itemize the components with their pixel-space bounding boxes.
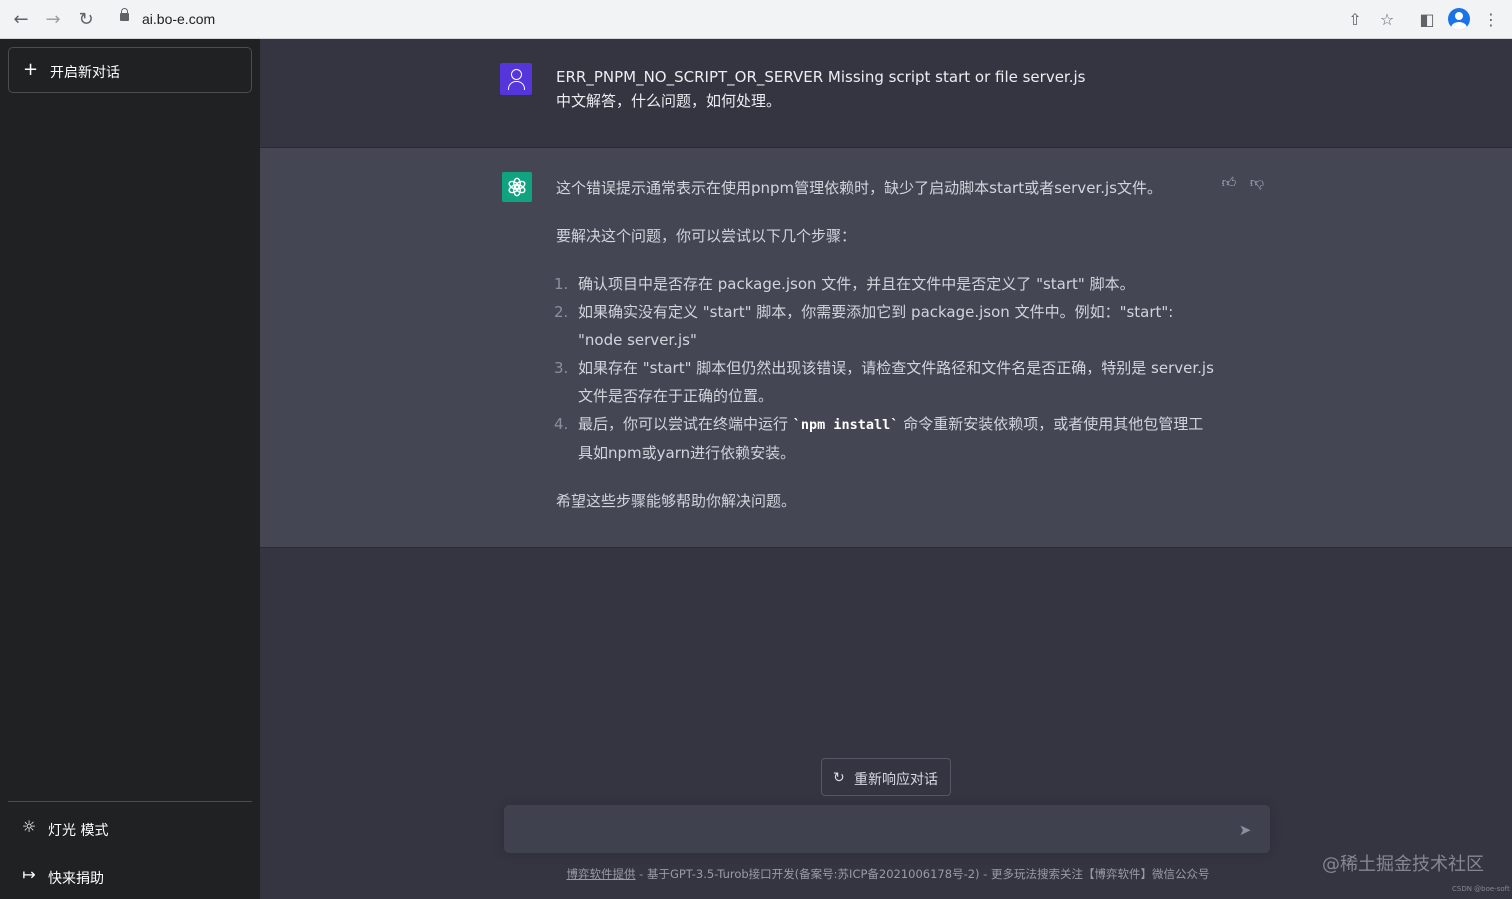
new-chat-label: 开启新对话	[50, 65, 120, 81]
watermark: @稀土掘金技术社区	[1322, 854, 1484, 875]
send-icon[interactable]: ➤	[1234, 819, 1256, 841]
steps-list: 1. 确认项目中是否存在 package.json 文件，并且在文件中是否定义了 …	[554, 270, 1216, 467]
list-item: 3. 如果存在 "start" 脚本但仍然出现该错误，请检查文件路径和文件名是否正…	[554, 354, 1216, 410]
back-arrow-icon[interactable]: ←	[10, 9, 32, 31]
assistant-paragraph: 这个错误提示通常表示在使用pnpm管理依赖时，缺少了启动脚本start或者ser…	[556, 179, 1162, 197]
assistant-message-row: 这个错误提示通常表示在使用pnpm管理依赖时，缺少了启动脚本start或者ser…	[260, 148, 1512, 548]
list-number: 1.	[554, 275, 569, 293]
list-item-text: 最后，你可以尝试在终端中运行	[578, 415, 793, 433]
sidebar: + 开启新对话 ☼ 灯光 模式 ↦ 快来捐助	[0, 39, 260, 899]
list-item: 1. 确认项目中是否存在 package.json 文件，并且在文件中是否定义了 …	[554, 270, 1216, 298]
assistant-message: 这个错误提示通常表示在使用pnpm管理依赖时，缺少了启动脚本start或者ser…	[554, 174, 1216, 535]
user-message: ERR_PNPM_NO_SCRIPT_OR_SERVER Missing scr…	[556, 65, 1216, 113]
thumbs-down-icon[interactable]: 👎︎	[1248, 174, 1266, 192]
openai-logo-icon	[502, 172, 532, 202]
reload-icon[interactable]: ↻	[75, 9, 97, 31]
footer-link[interactable]: 博弈软件提供	[567, 867, 636, 881]
star-icon[interactable]: ☆	[1376, 9, 1398, 31]
list-number: 4.	[554, 415, 569, 433]
address-bar[interactable]: ai.bo-e.com	[108, 5, 1338, 34]
thumbs-up-icon[interactable]: 👍︎	[1220, 174, 1238, 192]
sidebar-item-label: 快来捐助	[48, 871, 104, 887]
url-text: ai.bo-e.com	[142, 11, 216, 27]
lock-icon	[120, 8, 129, 21]
more-menu-icon[interactable]: ⋮	[1480, 9, 1502, 31]
footer: 博弈软件提供 - 基于GPT-3.5-Turob接口开发(备案号:苏ICP备20…	[430, 866, 1346, 882]
sidebar-item-donate[interactable]: ↦ 快来捐助	[8, 856, 252, 896]
list-item: 2. 如果确实没有定义 "start" 脚本，你需要添加它到 package.js…	[554, 298, 1216, 354]
list-item-text: 确认项目中是否存在 package.json 文件，并且在文件中是否定义了 "s…	[578, 275, 1135, 293]
refresh-icon: ↻	[833, 770, 845, 786]
side-panel-icon[interactable]: ◧	[1416, 9, 1438, 31]
share-icon[interactable]: ⇧	[1344, 9, 1366, 31]
inline-code: `npm install`	[792, 417, 899, 433]
list-item: 4. 最后，你可以尝试在终端中运行 `npm install` 命令重新安装依赖项…	[554, 410, 1216, 467]
list-item-text: 如果确实没有定义 "start" 脚本，你需要添加它到 package.json…	[578, 303, 1174, 349]
browser-toolbar: ← → ↻ ai.bo-e.com ⇧ ☆ ◧ ⋮	[0, 0, 1512, 39]
chat-main: ERR_PNPM_NO_SCRIPT_OR_SERVER Missing scr…	[260, 39, 1512, 899]
watermark-small: CSDN @boe-soft	[1452, 885, 1510, 893]
sidebar-item-label: 灯光 模式	[48, 823, 109, 839]
new-chat-button[interactable]: + 开启新对话	[8, 47, 252, 93]
message-input[interactable]	[518, 817, 1218, 841]
list-item-text: 如果存在 "start" 脚本但仍然出现该错误，请检查文件路径和文件名是否正确，…	[578, 359, 1214, 405]
plus-icon: +	[23, 59, 39, 80]
user-message-line: ERR_PNPM_NO_SCRIPT_OR_SERVER Missing scr…	[556, 68, 1086, 86]
assistant-paragraph: 希望这些步骤能够帮助你解决问题。	[556, 492, 797, 510]
logout-icon: ↦	[22, 865, 36, 884]
footer-text: - 基于GPT-3.5-Turob接口开发(备案号:苏ICP备202100617…	[635, 867, 1210, 881]
sun-icon: ☼	[21, 817, 37, 836]
user-avatar-icon	[500, 63, 532, 95]
regenerate-button[interactable]: ↻ 重新响应对话	[821, 758, 951, 796]
list-number: 2.	[554, 303, 569, 321]
forward-arrow-icon[interactable]: →	[42, 9, 64, 31]
user-message-line: 中文解答，什么问题，如何处理。	[556, 92, 782, 110]
list-number: 3.	[554, 359, 569, 377]
chat-input-box: ➤	[504, 805, 1270, 853]
sidebar-divider	[8, 801, 252, 802]
sidebar-item-light-mode[interactable]: ☼ 灯光 模式	[8, 808, 252, 848]
user-message-row: ERR_PNPM_NO_SCRIPT_OR_SERVER Missing scr…	[260, 39, 1512, 148]
regenerate-label: 重新响应对话	[854, 772, 938, 788]
profile-avatar[interactable]	[1448, 8, 1470, 30]
assistant-paragraph: 要解决这个问题，你可以尝试以下几个步骤：	[556, 227, 857, 245]
